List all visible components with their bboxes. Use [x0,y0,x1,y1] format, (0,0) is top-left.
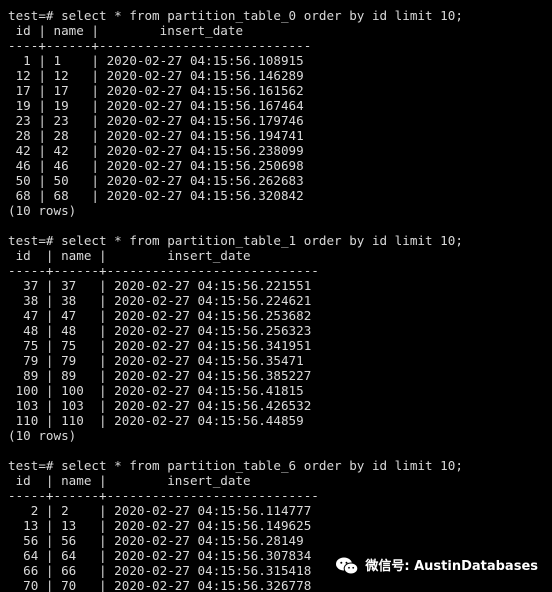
table-row: 19 | 19 | 2020-02-27 04:15:56.167464 [8,98,304,113]
table-separator: ----+------+---------------------------- [8,38,312,53]
table-row: 56 | 56 | 2020-02-27 04:15:56.28149 [8,533,304,548]
table-row: 38 | 38 | 2020-02-27 04:15:56.224621 [8,293,312,308]
table-row: 42 | 42 | 2020-02-27 04:15:56.238099 [8,143,304,158]
sql-command-line: test=# select * from partition_table_0 o… [8,8,463,23]
table-header: id | name | insert_date [8,248,251,263]
table-row: 75 | 75 | 2020-02-27 04:15:56.341951 [8,338,312,353]
table-separator: -----+------+---------------------------… [8,488,319,503]
table-row: 47 | 47 | 2020-02-27 04:15:56.253682 [8,308,312,323]
table-row: 2 | 2 | 2020-02-27 04:15:56.114777 [8,503,312,518]
table-row: 50 | 50 | 2020-02-27 04:15:56.262683 [8,173,304,188]
table-row: 17 | 17 | 2020-02-27 04:15:56.161562 [8,83,304,98]
table-row: 100 | 100 | 2020-02-27 04:15:56.41815 [8,383,304,398]
terminal-window[interactable]: test=# select * from partition_table_0 o… [0,0,552,592]
table-row: 46 | 46 | 2020-02-27 04:15:56.250698 [8,158,304,173]
table-row: 48 | 48 | 2020-02-27 04:15:56.256323 [8,323,312,338]
table-row: 103 | 103 | 2020-02-27 04:15:56.426532 [8,398,312,413]
row-count: (10 rows) [8,428,77,443]
watermark-text: 微信号: AustinDatabases [365,558,538,574]
table-row: 68 | 68 | 2020-02-27 04:15:56.320842 [8,188,304,203]
wechat-icon [336,557,359,575]
table-row: 37 | 37 | 2020-02-27 04:15:56.221551 [8,278,312,293]
table-row: 12 | 12 | 2020-02-27 04:15:56.146289 [8,68,304,83]
table-row: 110 | 110 | 2020-02-27 04:15:56.44859 [8,413,304,428]
table-row: 89 | 89 | 2020-02-27 04:15:56.385227 [8,368,312,383]
table-header: id | name | insert_date [8,473,251,488]
table-row: 23 | 23 | 2020-02-27 04:15:56.179746 [8,113,304,128]
sql-command-line: test=# select * from partition_table_1 o… [8,233,463,248]
wechat-watermark: 微信号: AustinDatabases [335,556,538,576]
table-row: 1 | 1 | 2020-02-27 04:15:56.108915 [8,53,304,68]
table-row: 79 | 79 | 2020-02-27 04:15:56.35471 [8,353,304,368]
table-separator: -----+------+---------------------------… [8,263,319,278]
table-row: 13 | 13 | 2020-02-27 04:15:56.149625 [8,518,312,533]
terminal-output: test=# select * from partition_table_0 o… [0,0,552,592]
sql-command-line: test=# select * from partition_table_6 o… [8,458,463,473]
table-header: id | name | insert_date [8,23,244,38]
table-row: 28 | 28 | 2020-02-27 04:15:56.194741 [8,128,304,143]
table-row: 70 | 70 | 2020-02-27 04:15:56.326778 [8,578,312,592]
row-count: (10 rows) [8,203,77,218]
